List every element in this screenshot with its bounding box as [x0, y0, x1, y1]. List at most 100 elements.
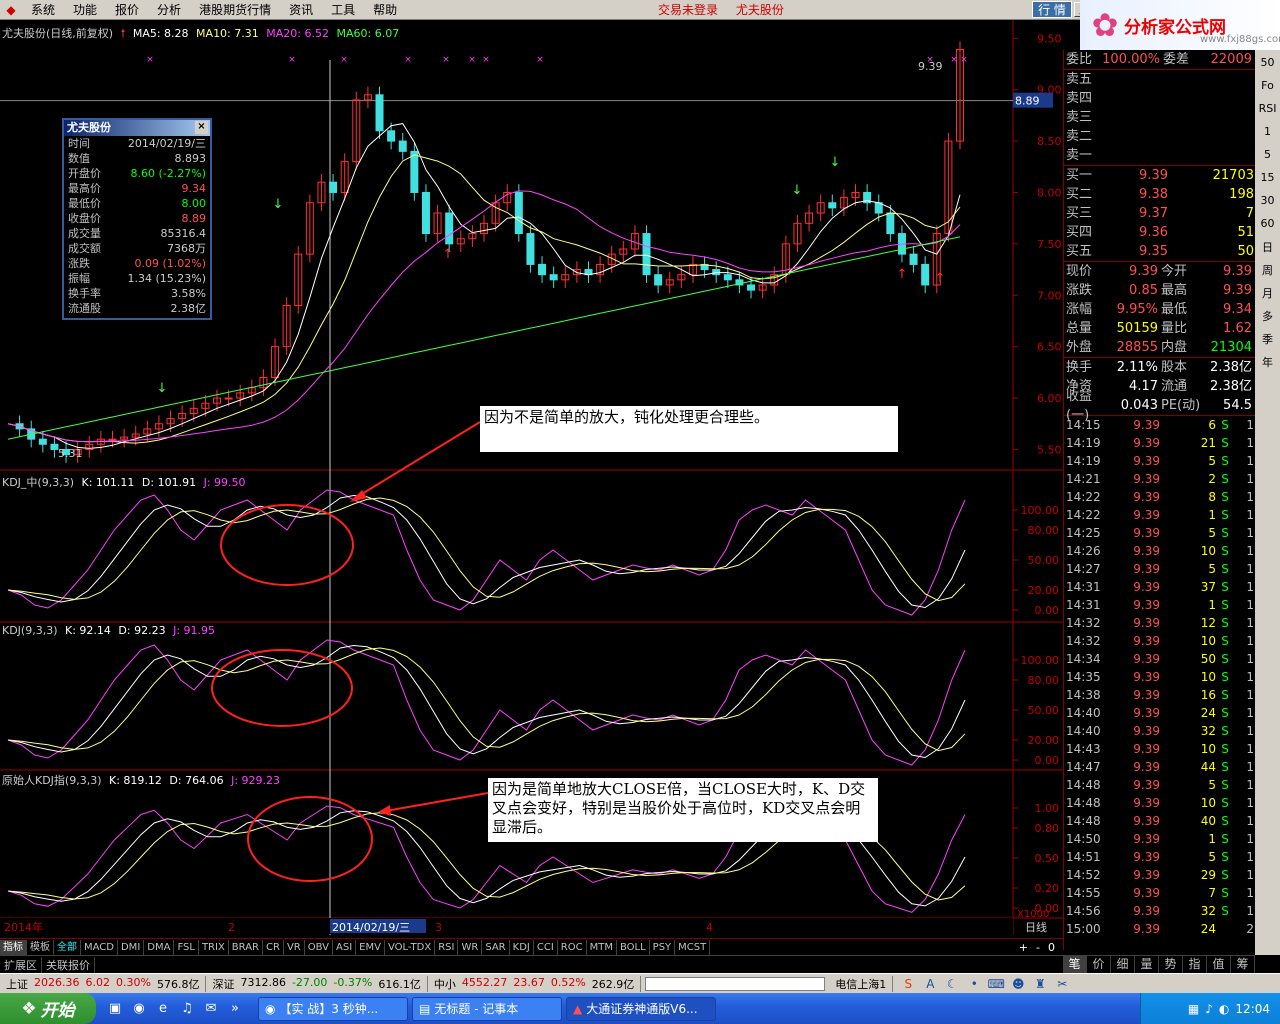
- menu-analysis[interactable]: 分析: [148, 0, 190, 20]
- buy-level-row[interactable]: 买一 9.39 21703: [1064, 166, 1255, 185]
- tab-detail[interactable]: 细: [1111, 956, 1135, 973]
- tab-sar[interactable]: SAR: [482, 939, 510, 955]
- ext-area-tab[interactable]: 扩展区: [0, 956, 42, 973]
- tab-price[interactable]: 价: [1087, 956, 1111, 973]
- tab-indicator[interactable]: 指标: [0, 939, 27, 955]
- quote-mode-button[interactable]: 行 情: [1032, 1, 1072, 18]
- network-status[interactable]: 电信上海1: [829, 975, 894, 992]
- site-banner[interactable]: ✿ 分析家公式网 www.fxj88gs.com: [1080, 0, 1280, 50]
- tab-trend[interactable]: 势: [1159, 956, 1183, 973]
- trade-login-status[interactable]: 交易未登录: [658, 3, 718, 17]
- chat-icon[interactable]: ✉: [202, 1000, 220, 1018]
- more-icon[interactable]: »: [226, 1000, 244, 1018]
- sell-level-row[interactable]: 卖四: [1064, 89, 1255, 108]
- tab-brar[interactable]: BRAR: [229, 939, 263, 955]
- tab-vr[interactable]: VR: [284, 939, 305, 955]
- menu-info[interactable]: 资讯: [280, 0, 322, 20]
- shirt-icon[interactable]: ♜: [1031, 976, 1049, 992]
- tab-kdj[interactable]: KDJ: [510, 939, 534, 955]
- tab-all[interactable]: 全部: [54, 939, 81, 955]
- tab-macd[interactable]: MACD: [81, 939, 118, 955]
- tray-network-icon[interactable]: ▦: [1188, 1002, 1199, 1016]
- sidebar-tool-12[interactable]: 季: [1257, 328, 1278, 349]
- ie-icon[interactable]: e: [154, 1000, 172, 1018]
- tab-vol-tdx[interactable]: VOL-TDX: [385, 939, 436, 955]
- tab-asi[interactable]: ASI: [333, 939, 357, 955]
- menu-help[interactable]: 帮助: [364, 0, 406, 20]
- sidebar-tool-9[interactable]: 周: [1257, 259, 1278, 280]
- tab-mcst[interactable]: MCST: [675, 939, 711, 955]
- tab-value[interactable]: 值: [1207, 956, 1231, 973]
- tab-roc[interactable]: ROC: [558, 939, 587, 955]
- tab-fsl[interactable]: FSL: [174, 939, 199, 955]
- reset-zoom-button[interactable]: 0: [1048, 941, 1055, 954]
- menu-function[interactable]: 功能: [64, 0, 106, 20]
- tab-rsi[interactable]: RSI: [435, 939, 459, 955]
- sell-level-row[interactable]: 卖一: [1064, 146, 1255, 165]
- tab-dma[interactable]: DMA: [144, 939, 175, 955]
- sidebar-tool-2[interactable]: RSI: [1257, 98, 1278, 119]
- sidebar-tool-7[interactable]: 60: [1257, 213, 1278, 234]
- zoom-out-button[interactable]: -: [1036, 941, 1040, 954]
- font-icon[interactable]: A: [921, 976, 939, 992]
- buy-level-row[interactable]: 买三 9.37 7: [1064, 204, 1255, 223]
- related-quote-tab[interactable]: 关联报价: [42, 956, 95, 973]
- tray-volume-icon[interactable]: ♪: [1205, 1002, 1213, 1016]
- sidebar-tool-8[interactable]: 日: [1257, 236, 1278, 257]
- person-icon[interactable]: ☻: [1009, 976, 1027, 992]
- tab-template[interactable]: 模板: [27, 939, 54, 955]
- sh-index[interactable]: 上证 2026.36 6.02 0.30% 576.8亿: [0, 975, 207, 992]
- info-popup-title[interactable]: 尤夫股份 ×: [64, 120, 210, 136]
- task-stock-app[interactable]: ▲ 大通证券神通版V6...: [566, 996, 716, 1021]
- tab-emv[interactable]: EMV: [356, 939, 385, 955]
- chart-area[interactable]: 9.50 9.00 8.50 8.00 7.50 7.00 6.50 6.00 5.50 8.89…: [0, 20, 1063, 935]
- zoom-in-button[interactable]: +: [1019, 941, 1028, 954]
- menu-hk-futures[interactable]: 港股期货行情: [190, 0, 280, 20]
- tab-cci[interactable]: CCI: [534, 939, 558, 955]
- menu-tools[interactable]: 工具: [322, 0, 364, 20]
- tab-trix[interactable]: TRIX: [199, 939, 229, 955]
- tab-mtm[interactable]: MTM: [587, 939, 617, 955]
- sz-index[interactable]: 深证 7312.86 -27.00 -0.37% 616.1亿: [206, 975, 428, 992]
- sidebar-tool-1[interactable]: Fo: [1257, 75, 1278, 96]
- media-icon[interactable]: ♫: [178, 1000, 196, 1018]
- tab-cr[interactable]: CR: [263, 939, 284, 955]
- menu-quote[interactable]: 报价: [106, 0, 148, 20]
- tray-ime-icon[interactable]: ◐: [1219, 1002, 1229, 1016]
- tab-volume[interactable]: 量: [1135, 956, 1159, 973]
- tab-dmi[interactable]: DMI: [118, 939, 145, 955]
- menu-system[interactable]: 系统: [22, 0, 64, 20]
- tab-tick[interactable]: 笔: [1063, 956, 1087, 973]
- browser-icon[interactable]: ◉: [130, 1000, 148, 1018]
- buy-level-row[interactable]: 买二 9.38 198: [1064, 185, 1255, 204]
- sell-level-row[interactable]: 卖二: [1064, 127, 1255, 146]
- sidebar-tool-3[interactable]: 1: [1257, 121, 1278, 142]
- zx-index[interactable]: 中小 4552.27 23.67 0.52% 262.9亿: [428, 975, 642, 992]
- close-icon[interactable]: ×: [195, 121, 208, 134]
- info-popup[interactable]: 尤夫股份 × 时间 2014/02/19/三 数值 8.893 开盘价 8.60 (-2.…: [62, 118, 212, 320]
- sidebar-tool-4[interactable]: 5: [1257, 144, 1278, 165]
- sidebar-tool-11[interactable]: 多: [1257, 305, 1278, 326]
- sell-level-row[interactable]: 卖五: [1064, 70, 1255, 89]
- sogou-icon[interactable]: S: [899, 976, 917, 992]
- sidebar-tool-0[interactable]: 50: [1257, 52, 1278, 73]
- tab-psy[interactable]: PSY: [650, 939, 676, 955]
- buy-level-row[interactable]: 买四 9.36 51: [1064, 223, 1255, 242]
- sell-level-row[interactable]: 卖三: [1064, 108, 1255, 127]
- start-button[interactable]: ❖ 开始: [0, 993, 96, 1024]
- task-browser[interactable]: ◉ 【实 战】3 秒钟...: [258, 996, 408, 1021]
- buy-level-row[interactable]: 买五 9.35 50: [1064, 242, 1255, 261]
- sidebar-tool-6[interactable]: 30: [1257, 190, 1278, 211]
- dot-icon[interactable]: •: [965, 976, 983, 992]
- desktop-icon[interactable]: ▣: [106, 1000, 124, 1018]
- tab-boll[interactable]: BOLL: [617, 939, 650, 955]
- task-notepad[interactable]: ▤ 无标题 - 记事本: [412, 996, 562, 1021]
- tab-chips[interactable]: 筹: [1231, 956, 1255, 973]
- sidebar-tool-5[interactable]: 15: [1257, 167, 1278, 188]
- clock[interactable]: 12:04: [1235, 1002, 1270, 1016]
- tab-obv[interactable]: OBV: [305, 939, 333, 955]
- moon-icon[interactable]: ☾: [943, 976, 961, 992]
- keyboard-icon[interactable]: ⌨: [987, 976, 1005, 992]
- sidebar-tool-13[interactable]: 年: [1257, 351, 1278, 372]
- tab-index[interactable]: 指: [1183, 956, 1207, 973]
